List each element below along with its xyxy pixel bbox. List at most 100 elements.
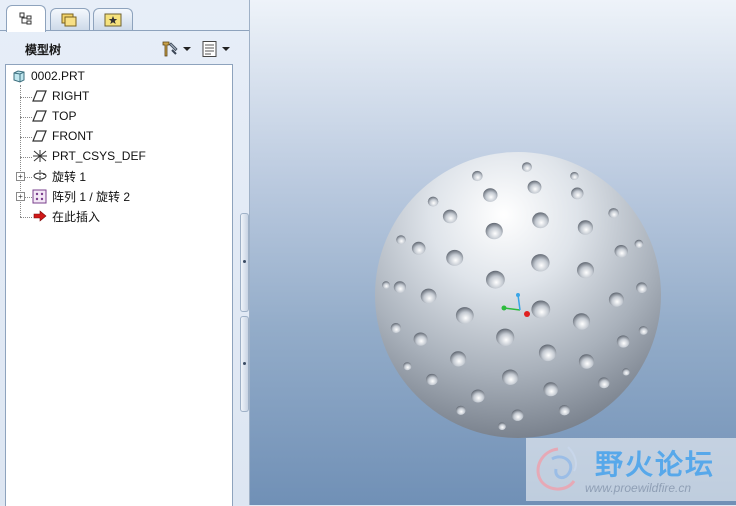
tree-item-right[interactable]: RIGHT [32,86,89,106]
dimple [485,222,503,240]
tree-connector [20,157,32,158]
dimple [598,377,610,389]
dimple [450,351,467,367]
tree-item-csys[interactable]: PRT_CSYS_DEF [32,146,146,166]
expand-toggle[interactable]: + [16,172,25,181]
tree-show-button[interactable] [201,39,230,59]
dimple [455,405,466,415]
csys-icon [33,150,47,162]
dimple [521,162,532,172]
dimple [614,245,628,258]
tree-item-label: RIGHT [52,89,90,103]
golf-ball-model[interactable] [250,0,736,505]
tree-settings-button[interactable] [160,39,191,59]
dimple [636,282,648,294]
pane-splitter-handle[interactable] [240,316,249,412]
tree-connector [20,117,32,118]
splitter-grip [243,362,246,365]
model-tree-icon [19,12,32,25]
tree-item-front[interactable]: FRONT [32,126,93,146]
revolve-icon [33,170,47,182]
tree-item-insert-here[interactable]: 在此插入 [32,206,100,226]
dimple [442,209,458,224]
pattern-icon [32,189,47,203]
tree-root-label: 0002.PRT [31,69,85,83]
dimple [471,389,485,403]
tree-item-top[interactable]: TOP [32,106,76,126]
dimple [532,212,549,229]
model-tree-tab[interactable] [6,5,46,32]
dimple [413,332,428,346]
dimple [486,270,505,289]
dimple [527,180,542,194]
favorites-icon [104,13,122,27]
dimple [455,307,474,324]
folder-icon [61,13,77,27]
dimple [577,220,593,235]
datum-plane-icon [32,130,47,142]
tree-item-label: PRT_CSYS_DEF [52,149,146,163]
swirl-logo-icon [536,446,577,491]
dimple [608,292,624,307]
model-tree-title: 模型树 [25,43,62,57]
dimple [472,170,483,182]
datum-plane-icon [32,90,47,102]
tree-connector [20,137,32,138]
dimple [570,172,579,180]
tree-settings-icon [162,41,178,57]
navigator-tabstrip [0,0,249,32]
dimple [578,354,595,369]
dimple [531,300,551,319]
dimple [498,422,506,431]
folder-browser-tab[interactable] [50,8,90,31]
tree-item-revolve-1[interactable]: 旋转 1 [32,166,86,186]
dimple [538,344,557,362]
tree-root-item[interactable]: 0002.PRT [12,66,85,86]
dimple [411,241,426,255]
tree-connector [24,197,32,198]
dimple [577,262,594,279]
dimple [483,188,498,202]
watermark-title: 野火论坛 [595,448,716,481]
model-tree: 0002.PRT RIGHT TOP FRONT PRT_CSYS_DEF + … [5,64,233,506]
dimple [382,281,390,289]
navigator-pane: 模型树 0002.PRT RIGHT TOP FRONT PRT_CSYS_DE… [0,0,250,506]
dimple [638,326,648,335]
dimple [622,368,630,376]
tree-connector [20,217,32,218]
pane-splitter-handle[interactable] [240,213,249,312]
splitter-grip [243,260,246,263]
model-tree-header: 模型树 [0,34,249,62]
favorites-tab[interactable] [93,8,133,31]
dimple [571,187,584,200]
tree-item-label: 旋转 1 [52,169,87,184]
dimple [396,235,406,245]
tree-item-pattern-1[interactable]: 阵列 1 / 旋转 2 [32,186,130,206]
dimple [393,281,406,293]
dimple [558,405,570,416]
tree-item-label: 阵列 1 / 旋转 2 [52,189,131,204]
dimple [608,208,619,219]
tree-item-label: FRONT [52,129,94,143]
dimple [511,409,524,421]
dimple [496,328,515,346]
dimple [572,313,591,330]
part-icon [13,70,25,83]
dimple [502,369,519,385]
chevron-down-icon [183,47,191,51]
dimple [446,249,464,266]
tree-connector [24,177,32,178]
tree-columns-icon [202,41,217,57]
dimple [634,239,644,248]
expand-toggle[interactable]: + [16,192,25,201]
dimple [616,335,630,348]
dimple [403,362,412,371]
insert-here-arrow-icon [33,210,47,222]
dimple [427,196,439,207]
datum-plane-icon [32,110,47,122]
dimple [531,254,550,272]
dimple [390,323,402,333]
tree-item-label: 在此插入 [52,209,101,224]
tree-connector [20,97,32,98]
graphics-viewport[interactable] [250,0,736,505]
